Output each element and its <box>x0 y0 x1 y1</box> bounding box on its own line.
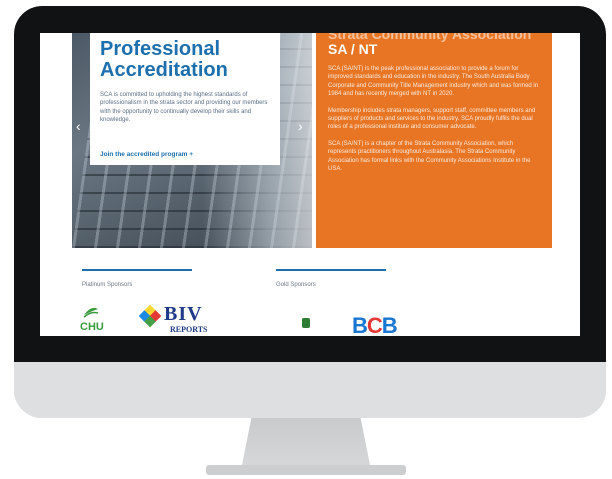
org-region-code: SA / NT <box>328 41 378 57</box>
about-paragraph: SCA (SA/NT) is a chapter of the Strata C… <box>328 140 531 173</box>
hero-title-line2: Accreditation <box>100 59 228 81</box>
bcb-logo[interactable]: BCB <box>352 313 398 336</box>
biv-logo[interactable]: BIV <box>164 303 203 326</box>
accreditation-card: Professional Accreditation SCA is commit… <box>90 33 280 165</box>
about-panel: Strata Community Association SA / NT SCA… <box>316 33 552 248</box>
gold-sponsors-label: Gold Sponsors <box>276 282 316 288</box>
about-paragraph: SCA (SA/NT) is the peak professional ass… <box>328 66 539 98</box>
about-paragraph: Membership includes strata managers, sup… <box>328 107 536 131</box>
hero-description: SCA is committed to upholding the highes… <box>100 92 268 124</box>
platinum-divider <box>82 269 192 271</box>
hero-title-line1: Professional <box>100 38 221 60</box>
bcb-letter: B <box>352 313 368 336</box>
bcb-letter: B <box>381 313 398 336</box>
hero-title: Professional Accreditation <box>100 33 270 81</box>
monitor-stand-neck <box>241 418 371 470</box>
chu-logo[interactable]: CHU <box>80 321 104 333</box>
chu-leaf-icon <box>83 307 99 318</box>
join-accredited-program-link[interactable]: Join the accredited program + <box>100 151 193 158</box>
biv-reports-label: REPORTS <box>170 325 208 334</box>
gold-sponsor-icon <box>302 318 310 328</box>
website-screen: ‹ › Professional Accreditation SCA is co… <box>40 33 580 336</box>
monitor-stand-base <box>206 465 406 475</box>
carousel-prev-arrow-icon[interactable]: ‹ <box>76 119 84 133</box>
org-name: Strata Community Association <box>328 33 532 42</box>
monitor-chin <box>14 362 606 418</box>
gold-divider <box>276 269 386 271</box>
carousel-next-arrow-icon[interactable]: › <box>298 119 306 133</box>
bcb-letter: C <box>366 313 383 336</box>
platinum-sponsors-label: Platinum Sponsors <box>82 282 133 288</box>
biv-diamond-icon <box>138 304 162 328</box>
